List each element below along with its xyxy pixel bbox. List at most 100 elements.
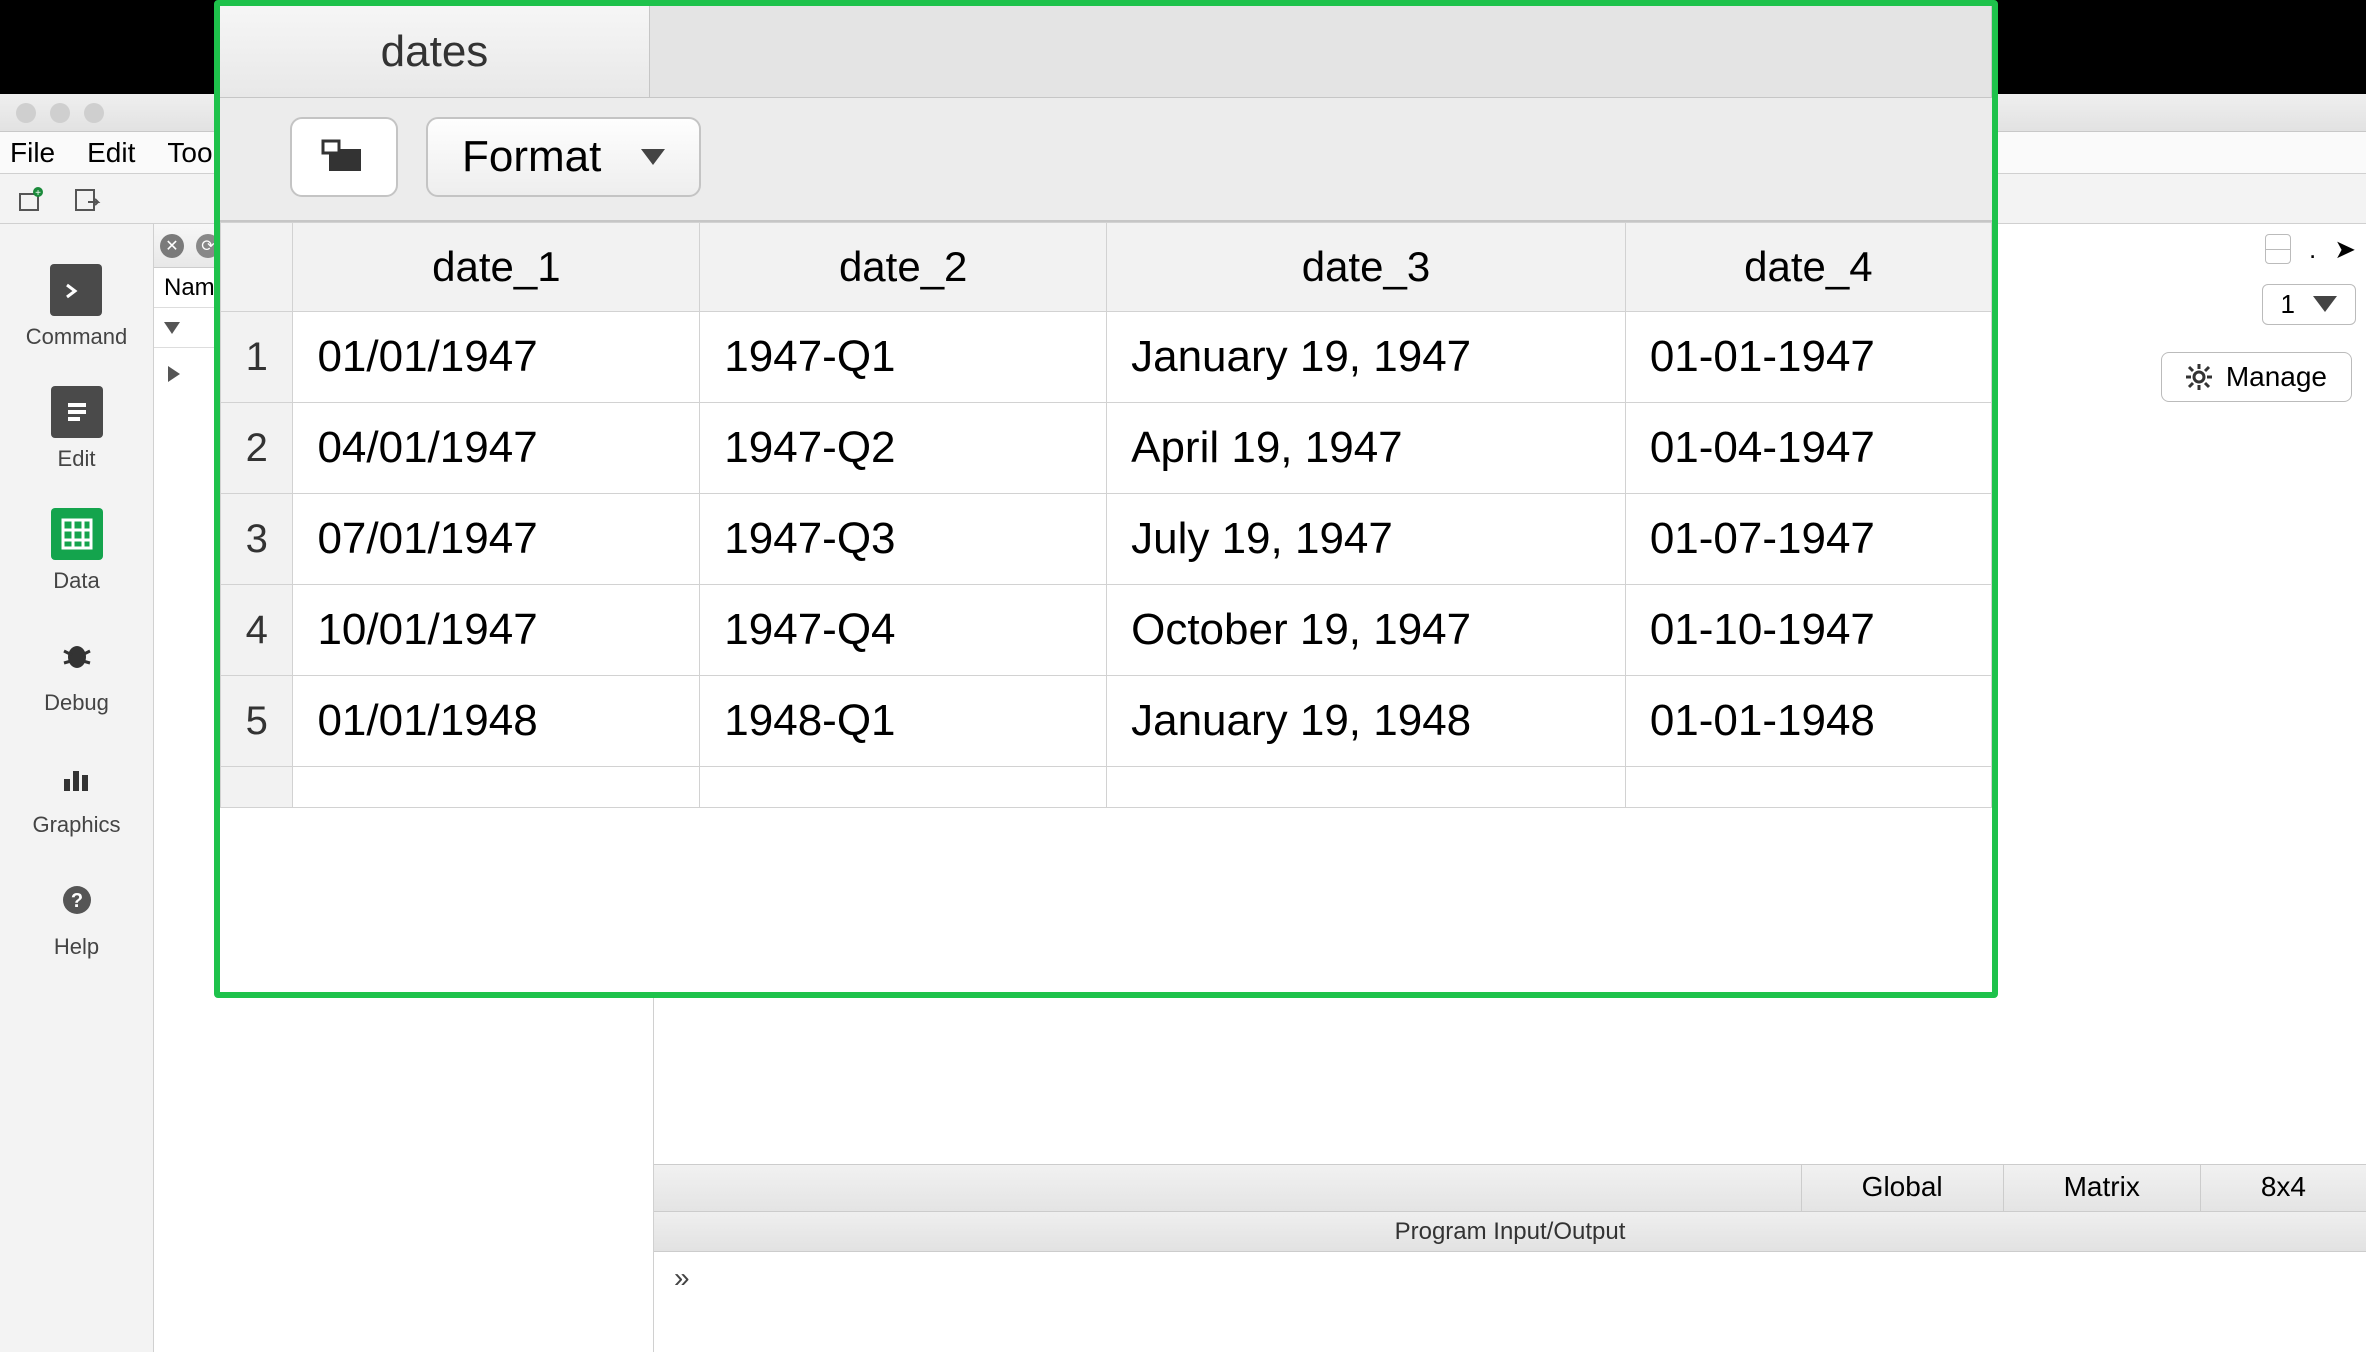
row-number: 1: [221, 312, 293, 403]
sidebar-item-debug[interactable]: Debug: [44, 630, 109, 716]
cursor-icon: ➤: [2334, 234, 2356, 265]
traffic-zoom[interactable]: [84, 103, 104, 123]
cell[interactable]: 01/01/1947: [293, 312, 700, 403]
sidebar-label-graphics: Graphics: [32, 812, 120, 838]
data-table: date_1 date_2 date_3 date_4 1 01/01/1947…: [220, 222, 1992, 808]
cell[interactable]: 1947-Q3: [700, 494, 1107, 585]
status-scope: Global: [1801, 1165, 2003, 1211]
svg-text:?: ?: [70, 890, 82, 912]
status-bar: Global Matrix 8x4: [654, 1164, 2366, 1212]
cell[interactable]: 10/01/1947: [293, 585, 700, 676]
io-title: Program Input/Output: [1395, 1218, 1626, 1246]
table-row[interactable]: 2 04/01/1947 1947-Q2 April 19, 1947 01-0…: [221, 403, 1992, 494]
table-row[interactable]: 4 10/01/1947 1947-Q4 October 19, 1947 01…: [221, 585, 1992, 676]
chevron-down-icon: [2313, 296, 2337, 312]
cell[interactable]: 1948-Q1: [700, 676, 1107, 767]
stepper-control[interactable]: [2265, 234, 2291, 264]
sidebar-item-help[interactable]: ? Help: [51, 874, 103, 960]
table-row[interactable]: [221, 767, 1992, 808]
viewer-tabs: dates: [220, 6, 1992, 98]
close-icon[interactable]: ✕: [160, 234, 184, 258]
sidebar-item-command[interactable]: Command: [26, 264, 127, 350]
table-row[interactable]: 5 01/01/1948 1948-Q1 January 19, 1948 01…: [221, 676, 1992, 767]
sidebar: Command Edit Data Debug Graphics: [0, 224, 154, 1352]
page-select-value: 1: [2281, 289, 2295, 320]
menu-tool[interactable]: Tool: [167, 137, 218, 169]
cell[interactable]: [700, 767, 1107, 808]
sidebar-label-data: Data: [53, 568, 99, 594]
sidebar-item-graphics[interactable]: Graphics: [32, 752, 120, 838]
col-header-date2[interactable]: date_2: [700, 223, 1107, 312]
traffic-close[interactable]: [16, 103, 36, 123]
row-number: 3: [221, 494, 293, 585]
rownum-header[interactable]: [221, 223, 293, 312]
status-type: Matrix: [2003, 1165, 2200, 1211]
page-select[interactable]: 1: [2262, 284, 2356, 325]
cell[interactable]: 01-01-1947: [1625, 312, 1991, 403]
cell[interactable]: 1947-Q2: [700, 403, 1107, 494]
format-select[interactable]: Format: [426, 117, 701, 197]
terminal-icon: [50, 264, 102, 316]
tab-dates[interactable]: dates: [220, 6, 650, 97]
cell[interactable]: April 19, 1947: [1107, 403, 1626, 494]
bug-icon: [51, 630, 103, 682]
editor-row2-controls: 1: [2262, 274, 2356, 334]
manage-button[interactable]: Manage: [2161, 352, 2352, 402]
cell[interactable]: [293, 767, 700, 808]
col-header-date4[interactable]: date_4: [1625, 223, 1991, 312]
format-label: Format: [462, 132, 601, 182]
row-number: [221, 767, 293, 808]
col-header-date3[interactable]: date_3: [1107, 223, 1626, 312]
cell[interactable]: January 19, 1947: [1107, 312, 1626, 403]
manage-label: Manage: [2226, 361, 2327, 393]
table-row[interactable]: 1 01/01/1947 1947-Q1 January 19, 1947 01…: [221, 312, 1992, 403]
io-body[interactable]: »: [654, 1252, 2366, 1352]
viewer-toolbar: Format: [220, 98, 1992, 222]
data-grid[interactable]: date_1 date_2 date_3 date_4 1 01/01/1947…: [220, 222, 1992, 992]
sidebar-label-debug: Debug: [44, 690, 109, 716]
cell[interactable]: 01/01/1948: [293, 676, 700, 767]
cell[interactable]: [1625, 767, 1991, 808]
row-number: 5: [221, 676, 293, 767]
names-label: Nam: [164, 274, 215, 302]
data-viewer-window: dates Format date_1 date_2 date_3 date_4: [214, 0, 1998, 998]
chart-icon: [50, 752, 102, 804]
chevron-right-icon: [168, 366, 180, 382]
edit-icon: [51, 386, 103, 438]
sidebar-label-edit: Edit: [58, 446, 96, 472]
status-dims: 8x4: [2200, 1165, 2366, 1211]
menu-edit[interactable]: Edit: [87, 137, 135, 169]
cell[interactable]: July 19, 1947: [1107, 494, 1626, 585]
chevron-down-icon: [164, 322, 180, 334]
row-number: 4: [221, 585, 293, 676]
cell[interactable]: 01-01-1948: [1625, 676, 1991, 767]
cell[interactable]: [1107, 767, 1626, 808]
traffic-minimize[interactable]: [50, 103, 70, 123]
row-number: 2: [221, 403, 293, 494]
popout-button[interactable]: [290, 117, 398, 197]
cell[interactable]: 07/01/1947: [293, 494, 700, 585]
cell[interactable]: 01-07-1947: [1625, 494, 1991, 585]
cell[interactable]: 01-10-1947: [1625, 585, 1991, 676]
help-icon: ?: [51, 874, 103, 926]
cell[interactable]: 1947-Q4: [700, 585, 1107, 676]
dot-icon: .: [2309, 234, 2316, 265]
sidebar-item-data[interactable]: Data: [51, 508, 103, 594]
menu-file[interactable]: File: [10, 137, 55, 169]
cell[interactable]: 01-04-1947: [1625, 403, 1991, 494]
table-row[interactable]: 3 07/01/1947 1947-Q3 July 19, 1947 01-07…: [221, 494, 1992, 585]
cell[interactable]: 1947-Q1: [700, 312, 1107, 403]
sidebar-label-help: Help: [54, 934, 99, 960]
cell[interactable]: October 19, 1947: [1107, 585, 1626, 676]
cell[interactable]: January 19, 1948: [1107, 676, 1626, 767]
sidebar-item-edit[interactable]: Edit: [51, 386, 103, 472]
toolbar-open-icon[interactable]: [72, 182, 106, 216]
toolbar-new-icon[interactable]: +: [14, 182, 48, 216]
popout-icon: [319, 137, 369, 177]
col-header-date1[interactable]: date_1: [293, 223, 700, 312]
editor-top-controls: . ➤: [2265, 224, 2356, 274]
cell[interactable]: 04/01/1947: [293, 403, 700, 494]
sidebar-label-command: Command: [26, 324, 127, 350]
data-icon: [51, 508, 103, 560]
io-header: Program Input/Output: [654, 1212, 2366, 1252]
